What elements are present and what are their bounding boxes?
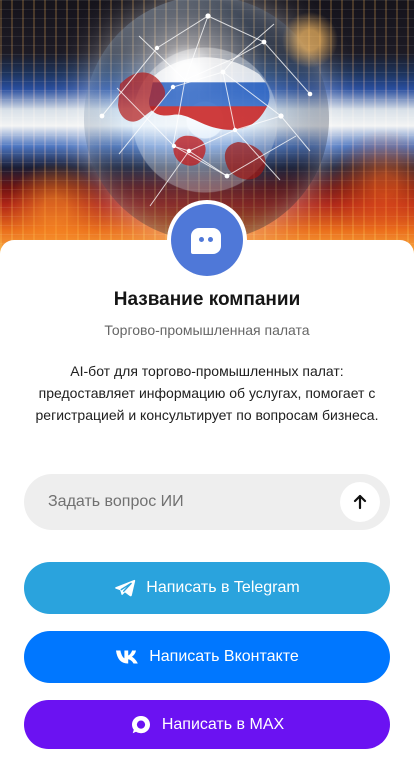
vk-button-label: Написать Вконтакте bbox=[149, 648, 299, 665]
avatar bbox=[171, 204, 243, 276]
arrow-up-icon bbox=[353, 494, 367, 510]
vk-icon bbox=[116, 650, 139, 664]
max-button-label: Написать в MAX bbox=[161, 716, 285, 733]
company-name: Название компании bbox=[113, 289, 301, 310]
ask-ai-box bbox=[24, 474, 390, 530]
telegram-icon bbox=[115, 579, 136, 597]
ask-ai-input[interactable] bbox=[48, 474, 348, 530]
company-profile-screen: Название компании Торгово-промышленная п… bbox=[0, 0, 414, 770]
chat-bot-icon bbox=[191, 228, 221, 254]
telegram-button-label: Написать в Telegram bbox=[146, 579, 300, 596]
telegram-button[interactable]: Написать в Telegram bbox=[24, 562, 390, 614]
company-subtitle: Торгово-промышленная палата bbox=[104, 322, 310, 338]
send-button[interactable] bbox=[340, 482, 380, 522]
company-description: AI-бот для торгово-промышленных палат: п… bbox=[35, 363, 379, 423]
max-chat-icon bbox=[131, 715, 150, 733]
max-button[interactable]: Написать в MAX bbox=[24, 700, 390, 749]
vk-button[interactable]: Написать Вконтакте bbox=[24, 631, 390, 683]
